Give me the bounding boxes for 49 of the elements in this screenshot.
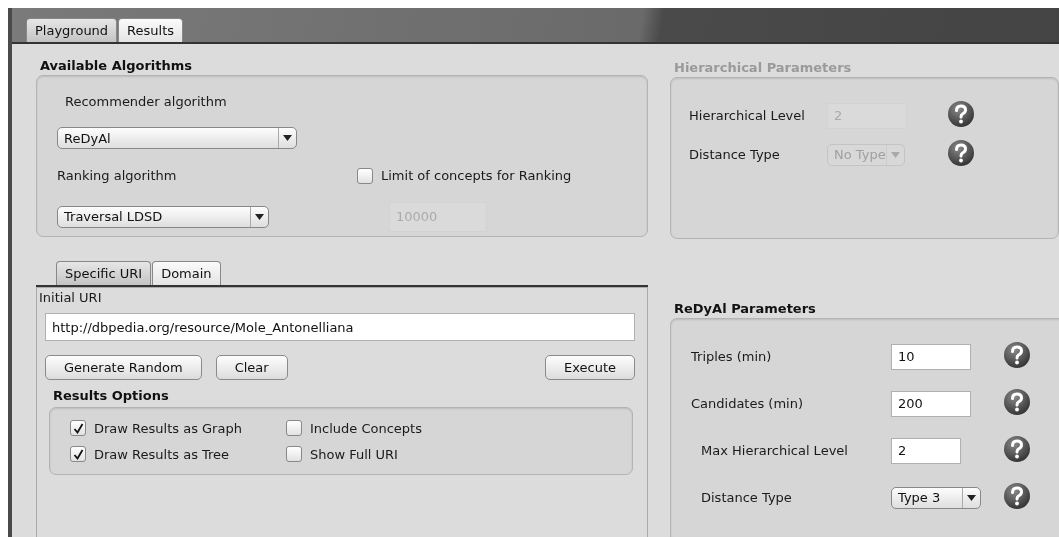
check-icon [72, 422, 84, 434]
field-label: Candidates (min) [691, 396, 804, 411]
tab[interactable]: Results [118, 18, 184, 42]
push-button[interactable]: Clear [215, 355, 288, 380]
push-button[interactable]: Execute [545, 355, 635, 380]
checkbox[interactable] [70, 420, 86, 436]
help-icon[interactable] [1003, 341, 1031, 369]
dropdown[interactable]: Type 3 [891, 486, 981, 509]
checkbox[interactable] [70, 446, 86, 462]
uri-field[interactable]: http://dbpedia.org/resource/Mole_Antonelliana [45, 313, 635, 341]
dropdown[interactable]: ReDyAl [57, 127, 297, 150]
field-label: Max Hierarchical Level [701, 443, 848, 458]
number-field[interactable]: 2 [891, 437, 961, 464]
field-label: Distance Type [701, 490, 792, 505]
tab[interactable]: Specific URI [56, 261, 152, 285]
checkbox-label: Limit of concepts for Ranking [381, 168, 572, 184]
dropdown[interactable]: Traversal LDSD [57, 205, 269, 228]
tab[interactable]: Playground [26, 18, 118, 42]
section-title: Results Options [53, 388, 170, 403]
checkbox[interactable] [286, 446, 302, 462]
field-label: Recommender algorithm [65, 94, 227, 110]
checkbox-label: Show Full URI [310, 446, 398, 462]
checkbox[interactable] [357, 167, 373, 184]
tab[interactable]: Domain [152, 261, 221, 285]
section-title: ReDyAl Parameters [674, 301, 817, 316]
section-title: Hierarchical Parameters [674, 60, 853, 75]
help-icon[interactable] [947, 100, 975, 128]
field-label: Ranking algorithm [57, 168, 178, 184]
caret-icon [283, 135, 292, 142]
field-label: Initial URI [39, 290, 103, 305]
caret-icon [891, 151, 900, 158]
checkbox-label: Draw Results as Graph [94, 420, 242, 436]
caret-icon [255, 213, 264, 220]
help-icon[interactable] [1003, 388, 1031, 416]
section-title: Available Algorithms [40, 58, 193, 73]
number-field[interactable]: 200 [891, 390, 971, 417]
field-label: Triples (min) [691, 349, 772, 364]
checkbox-label: Include Concepts [310, 420, 422, 436]
caret-icon [967, 494, 976, 501]
number-field[interactable]: 10 [891, 343, 971, 370]
help-icon[interactable] [947, 139, 975, 167]
field-label: Hierarchical Level [689, 108, 805, 123]
push-button[interactable]: Generate Random [45, 355, 202, 380]
checkbox-label: Draw Results as Tree [94, 446, 230, 462]
help-icon[interactable] [1003, 482, 1031, 510]
check-icon [72, 448, 84, 460]
field-label: Distance Type [689, 147, 780, 162]
checkbox[interactable] [286, 420, 302, 436]
help-icon[interactable] [1003, 435, 1031, 463]
